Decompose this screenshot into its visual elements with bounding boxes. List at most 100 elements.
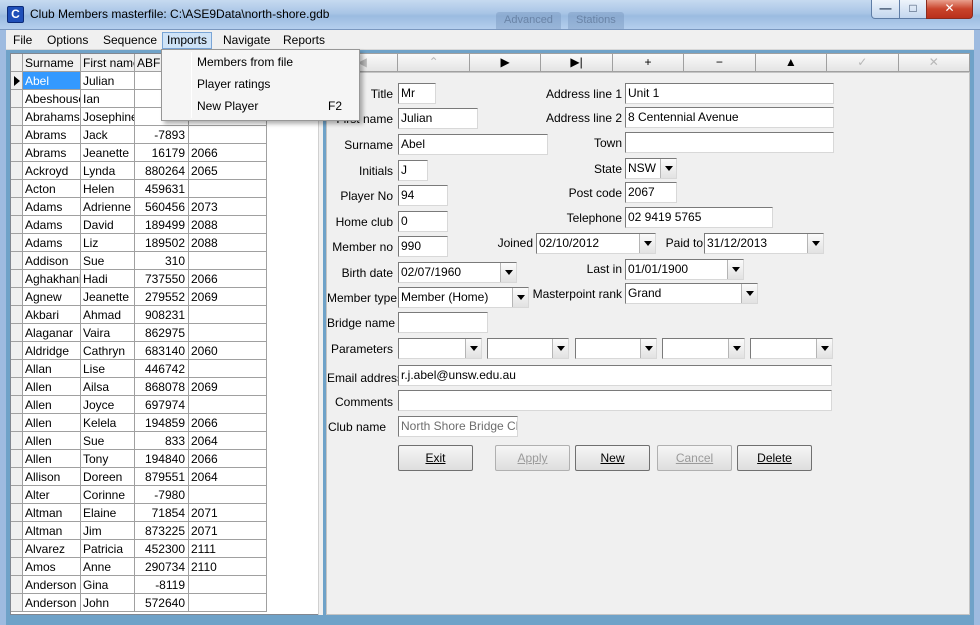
cell-abf[interactable]: 560456 (135, 198, 189, 216)
table-row[interactable]: Adams David 189499 2088 (11, 216, 319, 234)
row-indicator[interactable] (11, 522, 23, 540)
table-row[interactable]: Alter Corinne -7980 (11, 486, 319, 504)
cell-abf[interactable]: -7980 (135, 486, 189, 504)
cell-surname[interactable]: Abeshouse (23, 90, 81, 108)
cell-surname[interactable]: Aghakhani (23, 270, 81, 288)
cell-first-name[interactable]: Ailsa (81, 378, 135, 396)
row-indicator[interactable] (11, 432, 23, 450)
menu-item-player-ratings[interactable]: Player ratings (165, 74, 358, 96)
member-no-field[interactable]: 990 (398, 236, 448, 257)
table-row[interactable]: Allison Doreen 879551 2064 (11, 468, 319, 486)
row-indicator[interactable] (11, 396, 23, 414)
table-row[interactable]: Anderson Gina -8119 (11, 576, 319, 594)
cell-first-name[interactable]: Liz (81, 234, 135, 252)
table-row[interactable]: Aghakhani Hadi 737550 2066 (11, 270, 319, 288)
cell-postcode[interactable]: 2088 (189, 216, 267, 234)
close-button[interactable]: ✕ (926, 0, 973, 19)
cell-surname[interactable]: Allen (23, 450, 81, 468)
cell-surname[interactable]: Allan (23, 360, 81, 378)
cell-abf[interactable]: 880264 (135, 162, 189, 180)
table-row[interactable]: Adams Adrienne 560456 2073 (11, 198, 319, 216)
cell-surname[interactable]: Altman (23, 522, 81, 540)
birth-date-picker[interactable]: 02/07/1960 (398, 262, 517, 283)
row-indicator[interactable] (11, 486, 23, 504)
cell-postcode[interactable]: 2069 (189, 288, 267, 306)
surname-field[interactable]: Abel (398, 134, 548, 155)
cell-surname[interactable]: Alvarez (23, 540, 81, 558)
telephone-field[interactable]: 02 9419 5765 (625, 207, 773, 228)
column-header-first-name[interactable]: First name (81, 54, 135, 72)
cell-postcode[interactable]: 2066 (189, 450, 267, 468)
menu-options[interactable]: Options (42, 32, 93, 49)
cell-postcode[interactable]: 2069 (189, 378, 267, 396)
cell-postcode[interactable] (189, 396, 267, 414)
grid-splitter[interactable] (318, 53, 323, 615)
cell-abf[interactable]: 446742 (135, 360, 189, 378)
cell-surname[interactable]: Allen (23, 432, 81, 450)
chevron-down-icon[interactable] (807, 234, 823, 253)
table-row[interactable]: Allen Joyce 697974 (11, 396, 319, 414)
chevron-down-icon[interactable] (816, 339, 832, 358)
cell-surname[interactable]: Alaganar (23, 324, 81, 342)
cell-postcode[interactable] (189, 486, 267, 504)
cell-postcode[interactable]: 2064 (189, 432, 267, 450)
cell-first-name[interactable]: Lynda (81, 162, 135, 180)
cell-postcode[interactable]: 2071 (189, 522, 267, 540)
cell-abf[interactable]: 194859 (135, 414, 189, 432)
table-row[interactable]: Alvarez Patricia 452300 2111 (11, 540, 319, 558)
row-indicator[interactable] (11, 252, 23, 270)
cell-surname[interactable]: Allison (23, 468, 81, 486)
cell-postcode[interactable] (189, 180, 267, 198)
new-button[interactable]: New (575, 445, 650, 471)
cell-surname[interactable]: Allen (23, 396, 81, 414)
cell-surname[interactable]: Allen (23, 414, 81, 432)
address-line-1-field[interactable]: Unit 1 (625, 83, 834, 104)
table-row[interactable]: Allen Kelela 194859 2066 (11, 414, 319, 432)
insert-record-button[interactable]: + (612, 54, 685, 71)
first-name-field[interactable]: Julian (398, 108, 478, 129)
paid-to-date-picker[interactable]: 31/12/2013 (704, 233, 824, 254)
cell-first-name[interactable]: Adrienne (81, 198, 135, 216)
row-indicator[interactable] (11, 198, 23, 216)
cell-abf[interactable]: 737550 (135, 270, 189, 288)
exit-button[interactable]: Exit (398, 445, 473, 471)
last-record-button[interactable]: ▶| (541, 54, 613, 71)
row-indicator[interactable] (11, 576, 23, 594)
cell-surname[interactable]: Abrams (23, 126, 81, 144)
row-indicator[interactable] (11, 558, 23, 576)
cell-abf[interactable]: -8119 (135, 576, 189, 594)
row-indicator[interactable] (11, 324, 23, 342)
table-row[interactable]: Altman Elaine 71854 2071 (11, 504, 319, 522)
cell-surname[interactable]: Ackroyd (23, 162, 81, 180)
cell-postcode[interactable] (189, 360, 267, 378)
minimize-button[interactable]: — (871, 0, 900, 19)
table-row[interactable]: Abrams Jack -7893 (11, 126, 319, 144)
row-indicator[interactable] (11, 90, 23, 108)
cell-first-name[interactable]: Patricia (81, 540, 135, 558)
cell-first-name[interactable]: Sue (81, 432, 135, 450)
table-row[interactable]: Altman Jim 873225 2071 (11, 522, 319, 540)
members-grid[interactable]: Surname First name ABF AbelJulian942067A… (10, 53, 320, 615)
cell-surname[interactable]: Addison (23, 252, 81, 270)
table-row[interactable]: Acton Helen 459631 (11, 180, 319, 198)
last-in-date-picker[interactable]: 01/01/1900 (625, 259, 744, 280)
cell-first-name[interactable]: Hadi (81, 270, 135, 288)
row-indicator[interactable] (11, 414, 23, 432)
delete-button[interactable]: Delete (737, 445, 812, 471)
row-indicator[interactable] (11, 378, 23, 396)
next-record-button[interactable]: ▶ (469, 54, 542, 71)
cell-surname[interactable]: Abel (23, 72, 81, 90)
row-indicator[interactable] (11, 306, 23, 324)
cell-first-name[interactable]: Jack (81, 126, 135, 144)
cell-first-name[interactable]: Jeanette (81, 288, 135, 306)
cell-abf[interactable]: 71854 (135, 504, 189, 522)
cell-surname[interactable]: Adams (23, 216, 81, 234)
row-indicator[interactable] (11, 360, 23, 378)
parameter-select-3[interactable] (575, 338, 657, 359)
cell-first-name[interactable]: Lise (81, 360, 135, 378)
column-header-surname[interactable]: Surname (23, 54, 81, 72)
delete-record-button[interactable]: − (684, 54, 756, 71)
table-row[interactable]: Agnew Jeanette 279552 2069 (11, 288, 319, 306)
cell-abf[interactable]: 908231 (135, 306, 189, 324)
cell-surname[interactable]: Akbari (23, 306, 81, 324)
